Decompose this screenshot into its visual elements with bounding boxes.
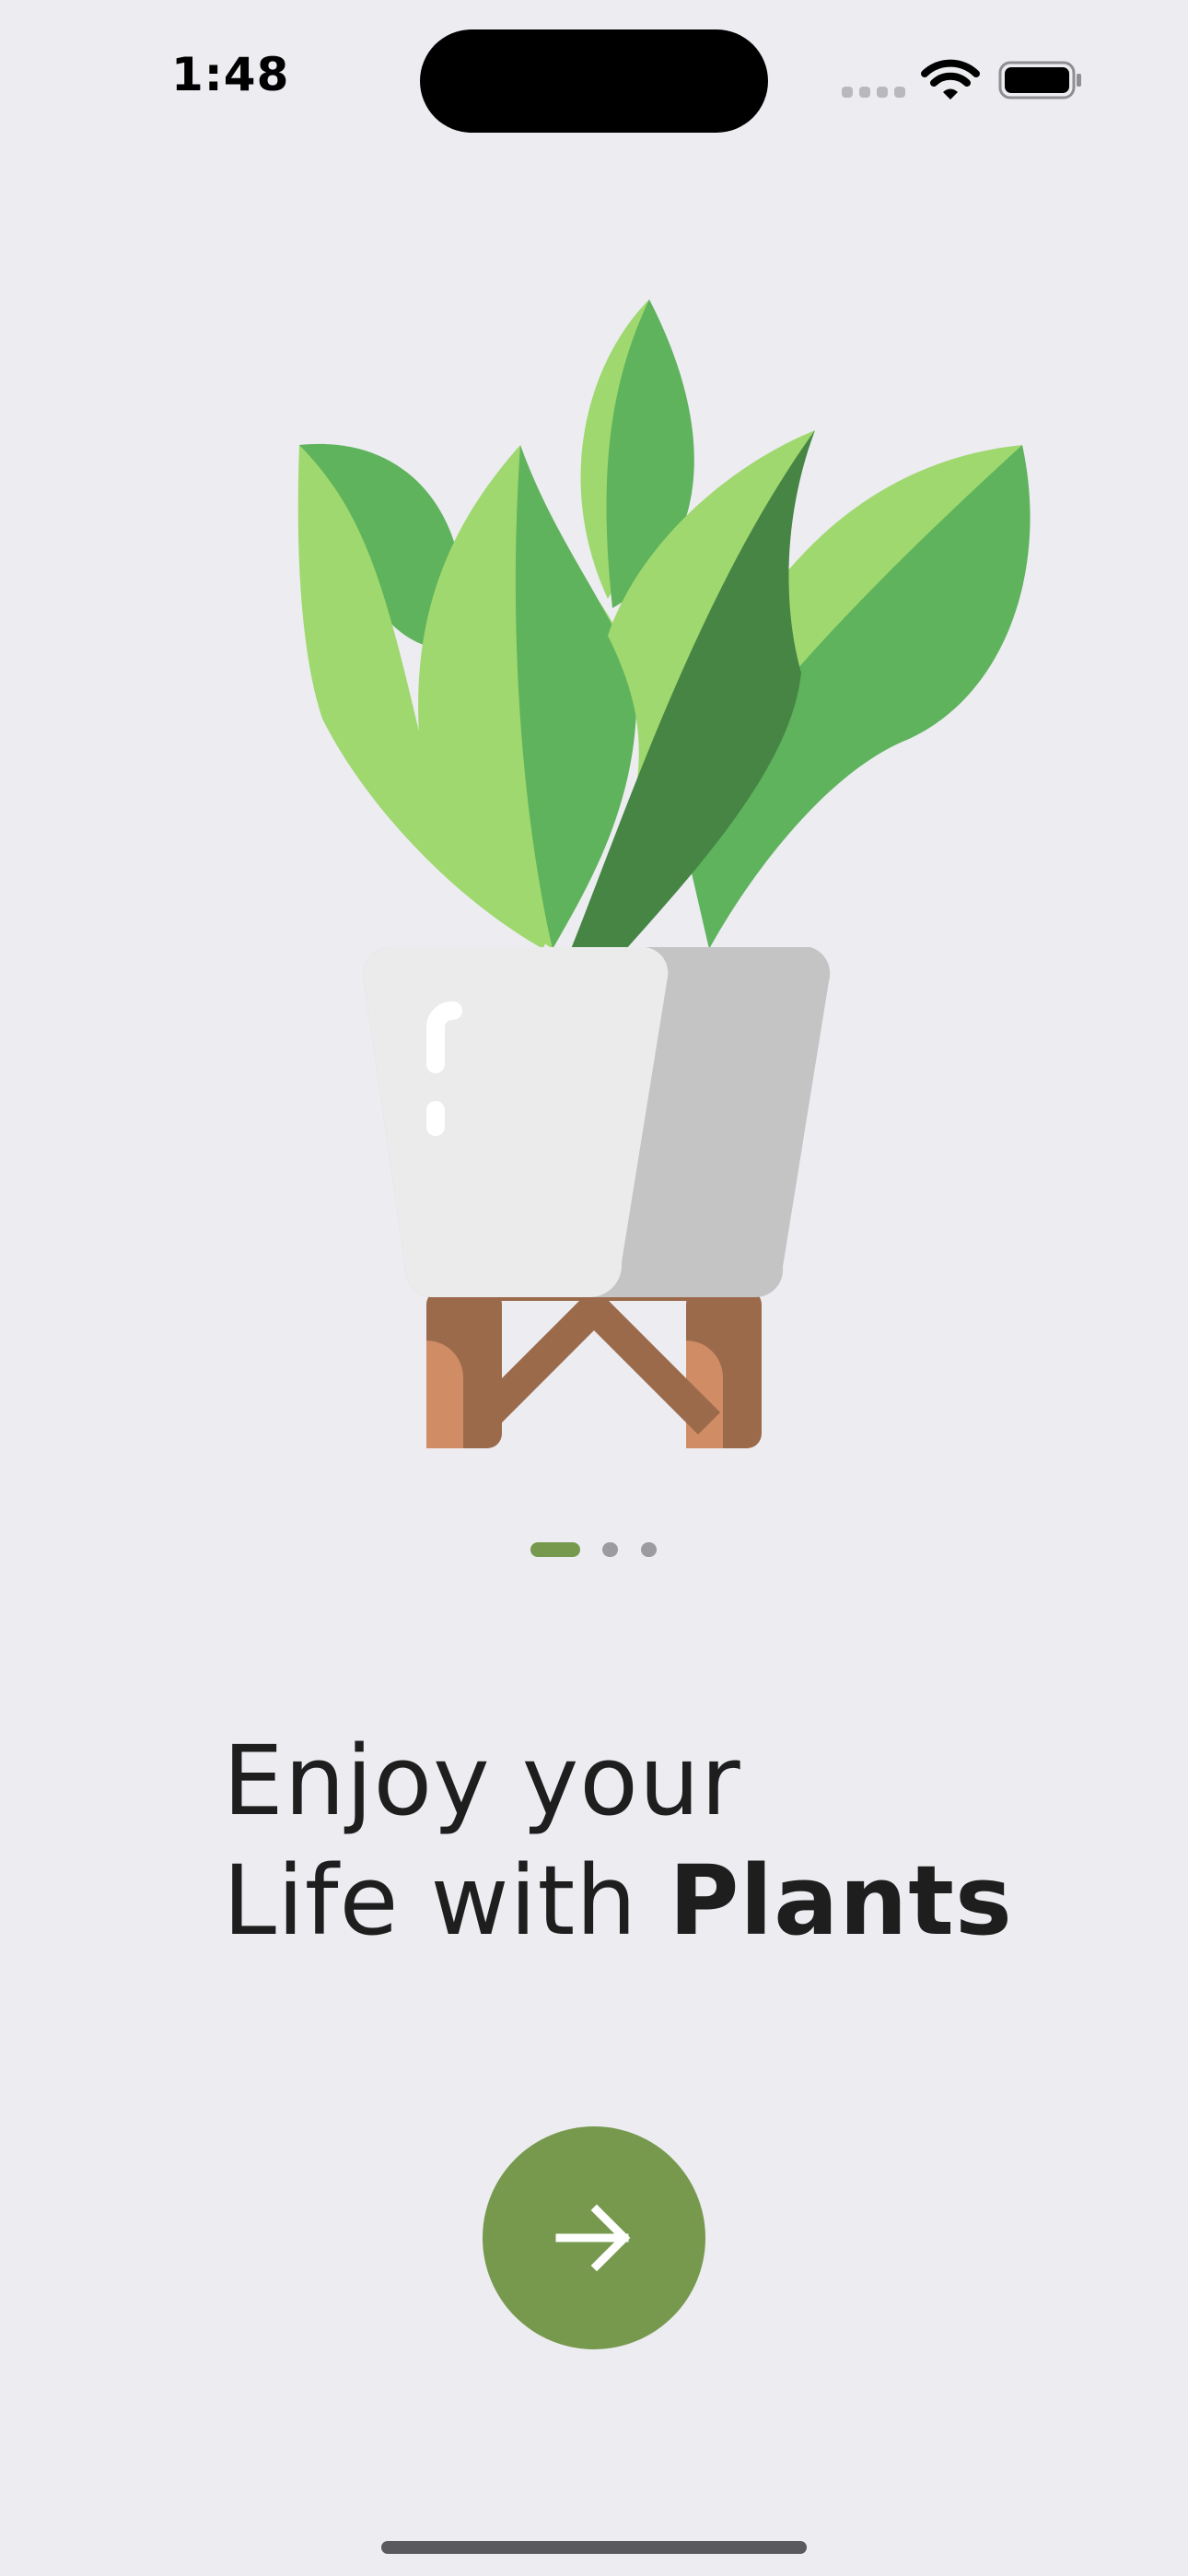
onboarding-headline: Enjoy your Life with Plants — [223, 1721, 1052, 1961]
page-indicator-dot[interactable] — [602, 1542, 618, 1557]
headline-bold-text: Plants — [669, 1844, 1013, 1957]
next-button[interactable] — [483, 2126, 705, 2349]
page-indicator-dot-active[interactable] — [530, 1542, 580, 1557]
headline-line-2: Life with Plants — [223, 1841, 1052, 1961]
page-indicator — [0, 1534, 1188, 1558]
home-indicator[interactable] — [381, 2541, 807, 2554]
headline-line-1: Enjoy your — [223, 1725, 741, 1837]
headline-regular-text: Life with — [223, 1844, 638, 1957]
page-indicator-dot[interactable] — [641, 1542, 657, 1557]
arrow-right-icon — [555, 2204, 631, 2272]
potted-plant-icon — [0, 0, 1188, 1474]
